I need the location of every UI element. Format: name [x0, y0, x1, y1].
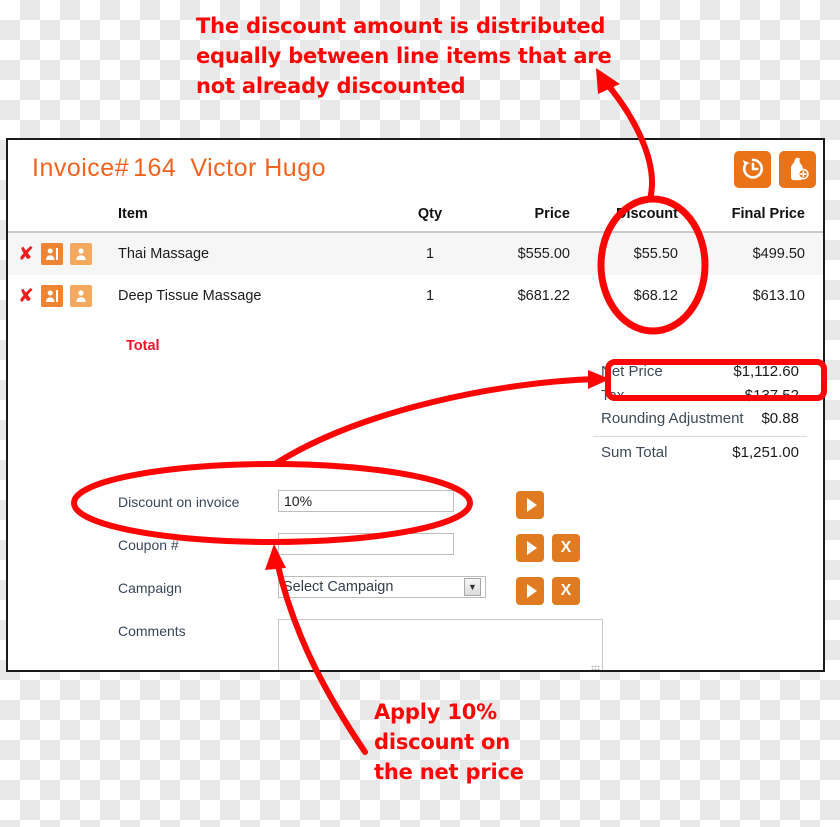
summary-label-net-price: Net Price	[601, 363, 663, 380]
play-icon	[526, 498, 537, 512]
form-row-discount: Discount on invoice	[118, 490, 580, 519]
table-header-row: Item Qty Price Discount Final Price	[8, 202, 823, 233]
summary-row-rounding-adjustment: Rounding Adjustment $0.88	[593, 407, 807, 430]
summary-row-tax: Tax $137.52	[593, 384, 807, 407]
summary-value-tax: $137.52	[744, 387, 799, 404]
cell-price: $681.22	[517, 288, 570, 304]
annotation-bottom-note: Apply 10% discount on the net price	[374, 700, 524, 784]
cell-discount: $68.12	[633, 288, 678, 304]
form-row-campaign: Campaign Select Campaign ▼ X	[118, 576, 580, 605]
cell-item: Thai Massage	[118, 246, 210, 262]
campaign-label: Campaign	[118, 580, 182, 596]
table-header: Item Qty Price Discount Final Price	[8, 202, 823, 233]
clear-campaign-button[interactable]: X	[552, 577, 580, 605]
cell-qty: 1	[425, 288, 435, 304]
row-action-cell: ✘	[8, 275, 118, 317]
summary-value-net-price: $1,112.60	[733, 363, 799, 380]
apply-campaign-button[interactable]	[516, 577, 544, 605]
cell-price: $555.00	[517, 246, 570, 262]
column-header-final-price: Final Price	[690, 202, 823, 233]
cell-final-price: $499.50	[752, 246, 805, 262]
column-header-item: Item	[118, 202, 395, 233]
play-icon	[526, 541, 537, 555]
add-item-button[interactable]	[779, 151, 816, 188]
comments-textarea[interactable]	[278, 619, 603, 670]
form-row-coupon: Coupon # X	[118, 533, 580, 562]
coupon-input[interactable]	[278, 533, 454, 555]
comments-label: Comments	[118, 623, 186, 639]
x-icon[interactable]: ✘	[18, 244, 34, 264]
column-header-price: Price	[465, 202, 578, 233]
coupon-label: Coupon #	[118, 537, 179, 553]
invoice-title-prefix: Invoice#	[32, 154, 130, 182]
person-card-icon[interactable]	[40, 285, 63, 307]
person-card-icon[interactable]	[40, 243, 63, 265]
history-button[interactable]	[734, 151, 771, 188]
clock-history-icon	[742, 158, 763, 179]
discount-button-group	[516, 490, 544, 519]
apply-coupon-button[interactable]	[516, 534, 544, 562]
summary-divider	[593, 436, 807, 437]
row-action-cell: ✘	[8, 232, 118, 275]
campaign-selected-value: Select Campaign	[283, 579, 394, 595]
page-title: Invoice# 164 Victor Hugo	[32, 154, 326, 183]
column-header-discount: Discount	[578, 202, 690, 233]
invoice-items-table: Item Qty Price Discount Final Price ✘ Th…	[8, 202, 823, 317]
x-icon[interactable]: ✘	[18, 286, 34, 306]
bottle-plus-icon	[790, 157, 809, 181]
table-row[interactable]: ✘	[8, 275, 823, 317]
cell-item: Deep Tissue Massage	[118, 288, 262, 304]
table-row[interactable]: ✘	[8, 232, 823, 275]
table-body: ✘ Thai Massage 1 $555.00 $55.50 $499.50 …	[8, 232, 823, 317]
discount-on-invoice-input[interactable]	[278, 490, 454, 512]
person-icon[interactable]	[69, 285, 92, 307]
person-icon[interactable]	[69, 243, 92, 265]
summary-value-rounding-adjustment: $0.88	[761, 410, 799, 427]
summary-value-sum-total: $1,251.00	[732, 444, 799, 461]
resize-handle[interactable]	[591, 665, 600, 670]
chevron-down-icon: ▼	[464, 578, 481, 596]
total-label: Total	[126, 338, 160, 354]
campaign-button-group: X	[516, 576, 580, 605]
clear-coupon-button[interactable]: X	[552, 534, 580, 562]
discount-on-invoice-label: Discount on invoice	[118, 494, 240, 510]
summary-label-rounding-adjustment: Rounding Adjustment	[601, 410, 744, 427]
cell-qty: 1	[425, 246, 435, 262]
summary-panel: Net Price $1,112.60 Tax $137.52 Rounding…	[593, 359, 807, 464]
summary-label-sum-total: Sum Total	[601, 444, 668, 461]
cell-final-price: $613.10	[752, 288, 805, 304]
summary-row-sum-total: Sum Total $1,251.00	[593, 441, 807, 464]
invoice-form: Discount on invoice Coupon # X Campaign …	[118, 490, 603, 670]
column-header-qty: Qty	[395, 202, 465, 233]
form-row-comments: Comments	[118, 619, 603, 670]
campaign-select[interactable]: Select Campaign ▼	[278, 576, 486, 598]
invoice-number: 164	[133, 154, 177, 182]
play-icon	[526, 584, 537, 598]
cell-discount: $55.50	[633, 246, 678, 262]
invoice-panel: Invoice# 164 Victor Hugo Item Qty Price Di…	[6, 138, 825, 672]
coupon-button-group: X	[516, 533, 580, 562]
summary-label-tax: Tax	[601, 387, 625, 404]
column-header-actions	[8, 202, 118, 233]
annotation-top-note: The discount amount is distributed equal…	[196, 14, 612, 98]
customer-name: Victor Hugo	[190, 154, 327, 182]
summary-row-net-price: Net Price $1,112.60	[593, 359, 807, 384]
apply-discount-button[interactable]	[516, 491, 544, 519]
